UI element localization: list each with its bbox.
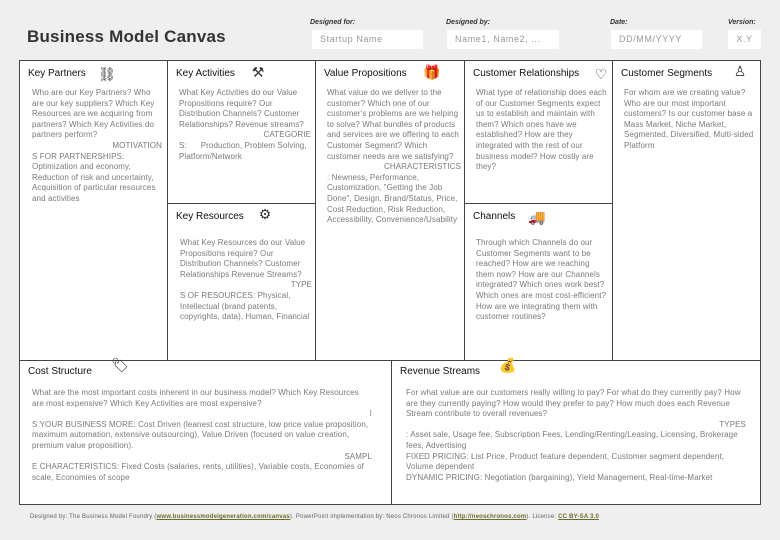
cost-structure-heading-2: SAMPL xyxy=(344,451,372,461)
footer-designed-by: Designed by: The Business Model Foundry … xyxy=(30,514,157,520)
revenue-streams-block[interactable]: Revenue Streams 💰 For what value are our… xyxy=(391,357,761,505)
truck-icon: 🚚 xyxy=(528,209,546,225)
cost-structure-text: What are the most important costs inhere… xyxy=(32,388,372,483)
key-activities-questions: What Key Activities do our Value Proposi… xyxy=(179,88,304,129)
key-partners-questions: Who are our Key Partners? Who are our ke… xyxy=(32,88,155,140)
version-label: Version: xyxy=(728,19,756,26)
key-partners-block[interactable]: Key Partners ⛓ Who are our Key Partners?… xyxy=(19,60,168,361)
footer-credits: Designed by: The Business Model Foundry … xyxy=(30,514,599,520)
key-activities-text: What Key Activities do our Value Proposi… xyxy=(179,88,311,162)
key-partners-text: Who are our Key Partners? Who are our ke… xyxy=(32,88,162,205)
revenue-streams-questions: For what value are our customers really … xyxy=(406,388,741,419)
cost-structure-block[interactable]: Cost Structure 🏷 What are the most impor… xyxy=(19,357,392,505)
key-partners-title: Key Partners xyxy=(28,68,86,79)
footer-license-label: ). License: xyxy=(526,514,559,520)
cost-structure-details-2: E CHARACTERISTICS: Fixed Costs (salaries… xyxy=(32,462,364,482)
cost-structure-details-1: S YOUR BUSINESS MORE: Cost Driven (leane… xyxy=(32,419,369,450)
key-resources-title: Key Resources xyxy=(176,211,244,222)
key-partners-details: S FOR PARTNERSHIPS: Optimization and eco… xyxy=(32,151,156,203)
revenue-streams-details-2: FIXED PRICING: List Price, Product featu… xyxy=(406,451,725,472)
worker-icon: ⚒ xyxy=(251,64,265,80)
key-resources-details: S OF RESOURCES: Physical, Intellectual (… xyxy=(180,290,310,322)
customer-segments-text: For whom are we creating value? Who are … xyxy=(624,88,758,152)
revenue-streams-title: Revenue Streams xyxy=(400,366,481,377)
key-activities-block[interactable]: Key Activities ⚒ What Key Activities do … xyxy=(167,60,316,204)
gift-icon: 🎁 xyxy=(423,64,441,80)
key-resources-questions: What Key Resources do our Value Proposit… xyxy=(180,238,306,279)
channels-title: Channels xyxy=(473,211,516,222)
channels-text: Through which Channels do our Customer S… xyxy=(476,238,608,323)
value-propositions-heading: CHARACTERISTICS xyxy=(383,162,461,172)
cost-structure-heading-1: I xyxy=(369,409,372,419)
revenue-streams-heading: TYPES xyxy=(719,419,746,429)
revenue-streams-text: For what value are our customers really … xyxy=(406,388,746,483)
customer-relationships-block[interactable]: Customer Relationships ♡ What type of re… xyxy=(464,60,613,204)
person-sitting-icon: ♙ xyxy=(733,63,747,79)
chain-links-icon: ⛓ xyxy=(98,66,116,82)
value-propositions-text: What value do we deliver to the customer… xyxy=(327,88,461,226)
footer-implementation: ). PowerPoint implementation by: Neos Ch… xyxy=(289,514,454,520)
price-tag-icon: 🏷 xyxy=(111,357,129,373)
designed-by-field[interactable]: Name1, Name2, ... xyxy=(447,30,559,49)
footer-link-neoschronos[interactable]: http://neoschronos.com xyxy=(454,514,527,520)
revenue-streams-details-3: DYNAMIC PRICING: Negotiation (bargaining… xyxy=(406,472,713,482)
key-activities-heading: CATEGORIE xyxy=(263,130,311,140)
channels-block[interactable]: Channels 🚚 Through which Channels do our… xyxy=(464,203,613,361)
footer-link-strategyzer[interactable]: www.businessmodelgeneration.com/canvas xyxy=(156,514,289,520)
cost-structure-title: Cost Structure xyxy=(28,366,92,377)
customer-relationships-title: Customer Relationships xyxy=(473,68,580,79)
value-propositions-questions: What value do we deliver to the customer… xyxy=(327,88,459,161)
value-propositions-title: Value Propositions xyxy=(324,68,407,79)
factory-worker-icon: ⚙ xyxy=(258,206,272,222)
designed-for-field[interactable]: Startup Name xyxy=(312,30,423,49)
key-activities-title: Key Activities xyxy=(176,68,235,79)
value-propositions-details: : Newness, Performance, Customization, "… xyxy=(327,172,458,225)
key-resources-heading: TYPE xyxy=(290,280,312,290)
key-resources-block[interactable]: Key Resources ⚙ What Key Resources do ou… xyxy=(167,203,316,361)
customer-segments-block[interactable]: Customer Segments ♙ For whom are we crea… xyxy=(612,60,761,361)
designed-by-label: Designed by: xyxy=(446,19,490,26)
footer-link-license[interactable]: CC BY-SA 3.0 xyxy=(558,514,599,520)
date-field[interactable]: DD/MM/YYYY xyxy=(611,30,702,49)
cost-structure-questions: What are the most important costs inhere… xyxy=(32,388,359,408)
customer-segments-questions: For whom are we creating value? Who are … xyxy=(624,88,754,150)
money-bag-icon: 💰 xyxy=(499,357,517,373)
revenue-streams-details-1: : Asset sale, Usage fee, Subscription Fe… xyxy=(406,430,738,450)
customer-relationships-text: What type of relationship does each of o… xyxy=(476,88,608,173)
heart-icon: ♡ xyxy=(594,66,608,82)
date-label: Date: xyxy=(610,19,628,26)
key-partners-heading: MOTIVATION xyxy=(112,140,162,150)
customer-segments-title: Customer Segments xyxy=(621,68,713,79)
key-activities-details: S: Production, Problem Solving, Platform… xyxy=(179,140,309,161)
value-propositions-block[interactable]: Value Propositions 🎁 What value do we de… xyxy=(315,60,465,361)
key-resources-text: What Key Resources do our Value Proposit… xyxy=(180,238,312,323)
page-title: Business Model Canvas xyxy=(27,27,226,46)
designed-for-label: Designed for: xyxy=(310,19,356,26)
channels-questions: Through which Channels do our Customer S… xyxy=(476,238,607,322)
version-field[interactable]: X.Y xyxy=(728,30,761,49)
customer-relationships-questions: What type of relationship does each of o… xyxy=(476,88,607,172)
